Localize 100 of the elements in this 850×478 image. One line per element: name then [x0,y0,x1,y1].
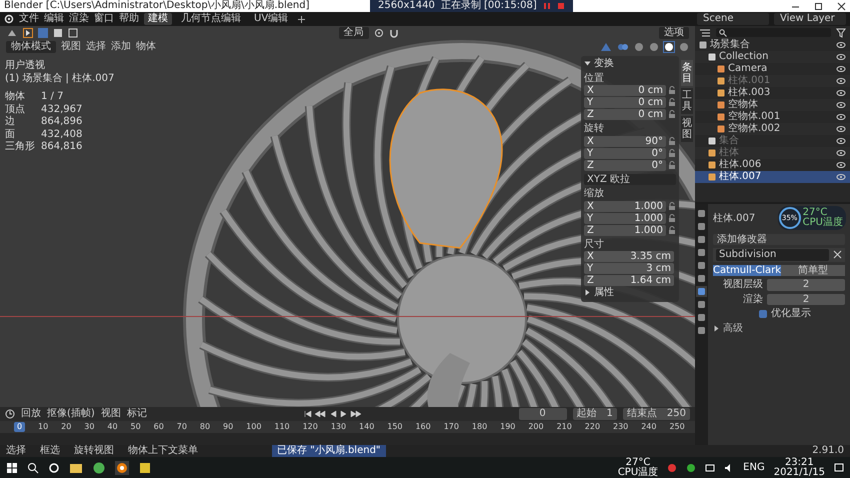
viewport-menu[interactable]: 选择 [86,41,106,53]
app-icon[interactable] [92,460,106,474]
properties-tab-icon[interactable] [696,273,707,284]
search-icon[interactable] [27,462,39,474]
pause-icon[interactable] [542,2,551,10]
lock-icon[interactable] [668,214,676,222]
outliner-row[interactable]: Collection [695,51,850,63]
app-logo-icon[interactable] [4,14,14,24]
number-field[interactable]: 2 [767,294,845,305]
menu-item[interactable]: 编辑 [44,13,64,25]
outliner-row[interactable]: 空物体 [695,99,850,111]
lock-icon[interactable] [668,148,676,158]
eye-icon[interactable] [836,173,846,181]
timeline-menu[interactable]: 视图 [100,408,121,420]
eye-icon[interactable] [836,137,846,145]
number-field[interactable]: Z 1.000 [584,224,666,236]
language-indicator[interactable]: ENG [743,462,765,474]
properties-tab-icon[interactable] [696,234,707,245]
cursor-icon[interactable] [23,28,33,38]
collapse-arrow-icon[interactable] [713,324,720,332]
app-icon[interactable] [138,460,152,474]
outliner-row[interactable]: 柱体.006 [695,159,850,171]
sidebar-tab[interactable]: 条目 [681,60,693,86]
number-field[interactable]: Z 0 cm [584,109,666,120]
number-field[interactable]: Y 0 cm [584,97,666,108]
number-field[interactable]: X 1.000 [584,200,666,212]
mode-dropdown[interactable]: 物体模式 [6,41,56,53]
orientation-dropdown[interactable]: 全局 [338,27,368,39]
properties-tab-icon[interactable] [696,247,707,258]
expand-arrow-icon[interactable] [584,60,591,68]
maximize-icon[interactable] [814,2,823,10]
lock-icon[interactable] [668,98,676,107]
properties-tab-icon[interactable] [696,299,707,310]
eye-icon[interactable] [836,89,846,97]
timeline-menu[interactable]: 回放 [21,408,41,420]
viewport-menu[interactable]: 添加 [111,41,131,53]
sidebar-tab[interactable]: 视图 [681,116,693,142]
section-header[interactable]: 属性 [594,287,614,298]
lock-icon[interactable] [668,202,676,210]
menu-item[interactable]: 文件 [19,13,39,25]
outliner-row[interactable]: 柱体.007 [695,171,850,183]
number-field[interactable]: Z 1.64 cm [584,275,674,286]
lock-icon[interactable] [668,110,676,119]
close-icon[interactable] [837,2,846,10]
add-modifier-dropdown[interactable]: 添加修改器 [713,234,845,245]
outliner-row[interactable]: 场景集合 [695,39,850,51]
shading-icon[interactable] [664,42,674,52]
overlay-icon[interactable] [617,42,629,52]
properties-tab-icon[interactable] [696,325,707,336]
number-field[interactable]: Y 3 cm [584,263,674,274]
properties-tab-icon[interactable] [696,221,707,232]
timeline-menu[interactable]: 标记 [126,408,147,420]
workspace-tab[interactable]: UV编辑 [250,13,292,25]
outliner-row[interactable]: 空物体.002 [695,123,850,135]
collapse-arrow-icon[interactable] [584,289,591,296]
scene-field[interactable]: Scene [697,13,769,25]
pivot-icon[interactable] [374,28,384,38]
rotation-mode-dropdown[interactable]: XYZ 欧拉 [584,174,676,185]
properties-tab-icon[interactable] [696,286,707,297]
search-field[interactable] [716,28,831,37]
eye-icon[interactable] [836,65,846,73]
playback-controls-icon[interactable] [302,409,363,419]
sidebar-tab[interactable]: 工具 [681,88,693,114]
number-field[interactable]: Y 0° [584,148,666,158]
outliner-row[interactable]: 柱体.003 [695,87,850,99]
display-mode-icon[interactable] [699,28,711,38]
clock-icon[interactable] [5,409,15,419]
number-field[interactable]: X 3.35 cm [584,251,674,262]
tray-icon[interactable] [667,462,678,472]
viewport[interactable] [0,26,695,407]
eye-icon[interactable] [836,113,846,121]
properties-tab-icon[interactable] [696,312,707,323]
app-icon[interactable] [115,460,129,474]
options-dropdown[interactable]: 选项 [659,27,689,39]
eye-icon[interactable] [836,77,846,85]
start-frame-field[interactable]: 起始 1 [572,408,617,420]
viewport-menu[interactable]: 物体 [136,41,156,53]
properties-tab-icon[interactable] [696,260,707,271]
plus-icon[interactable] [297,14,306,24]
current-frame-field[interactable]: 0 [518,408,567,420]
section-header[interactable]: 高级 [723,322,743,334]
menu-item[interactable]: 帮助 [119,13,139,25]
circle-icon[interactable] [48,462,60,474]
workspace-tab[interactable]: 建模 [144,13,172,25]
eye-icon[interactable] [836,161,846,169]
filter-icon[interactable] [836,28,846,38]
subdivision-type-tab[interactable]: 简单型 [781,264,845,276]
checkbox[interactable] [759,310,767,318]
view-layer-field[interactable]: View Layer [774,13,846,25]
lock-icon[interactable] [668,160,676,170]
number-field[interactable]: X 90° [584,136,666,146]
number-field[interactable]: Y 1.000 [584,212,666,224]
properties-tab-icon[interactable] [696,208,707,219]
workspace-tab[interactable]: 几何节点编辑 [177,13,245,25]
outliner-row[interactable]: 空物体.001 [695,111,850,123]
viewport-menu[interactable]: 视图 [61,41,81,53]
eye-icon[interactable] [836,53,846,61]
eye-icon[interactable] [836,149,846,157]
notification-icon[interactable] [834,462,844,472]
subdivision-type-tab[interactable]: Catmull-Clark [713,264,782,276]
